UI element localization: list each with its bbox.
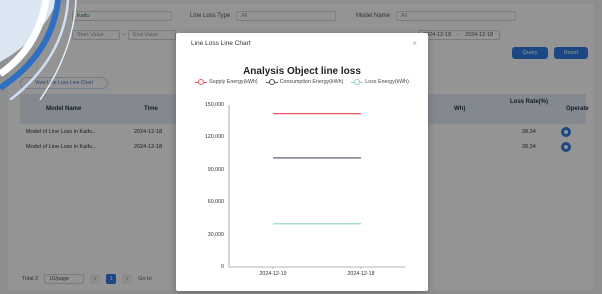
line-chart-modal: Line Loss Line Chart × Analysis Object l… bbox=[176, 33, 428, 291]
x-tick-label: 2024-12-19 bbox=[259, 271, 286, 277]
x-tick-label: 2024-12-18 bbox=[347, 271, 374, 277]
chart-plot: 2024-12-19 2024-12-18 bbox=[228, 105, 405, 277]
logo bbox=[0, 0, 100, 100]
logo-graphic bbox=[0, 0, 77, 100]
